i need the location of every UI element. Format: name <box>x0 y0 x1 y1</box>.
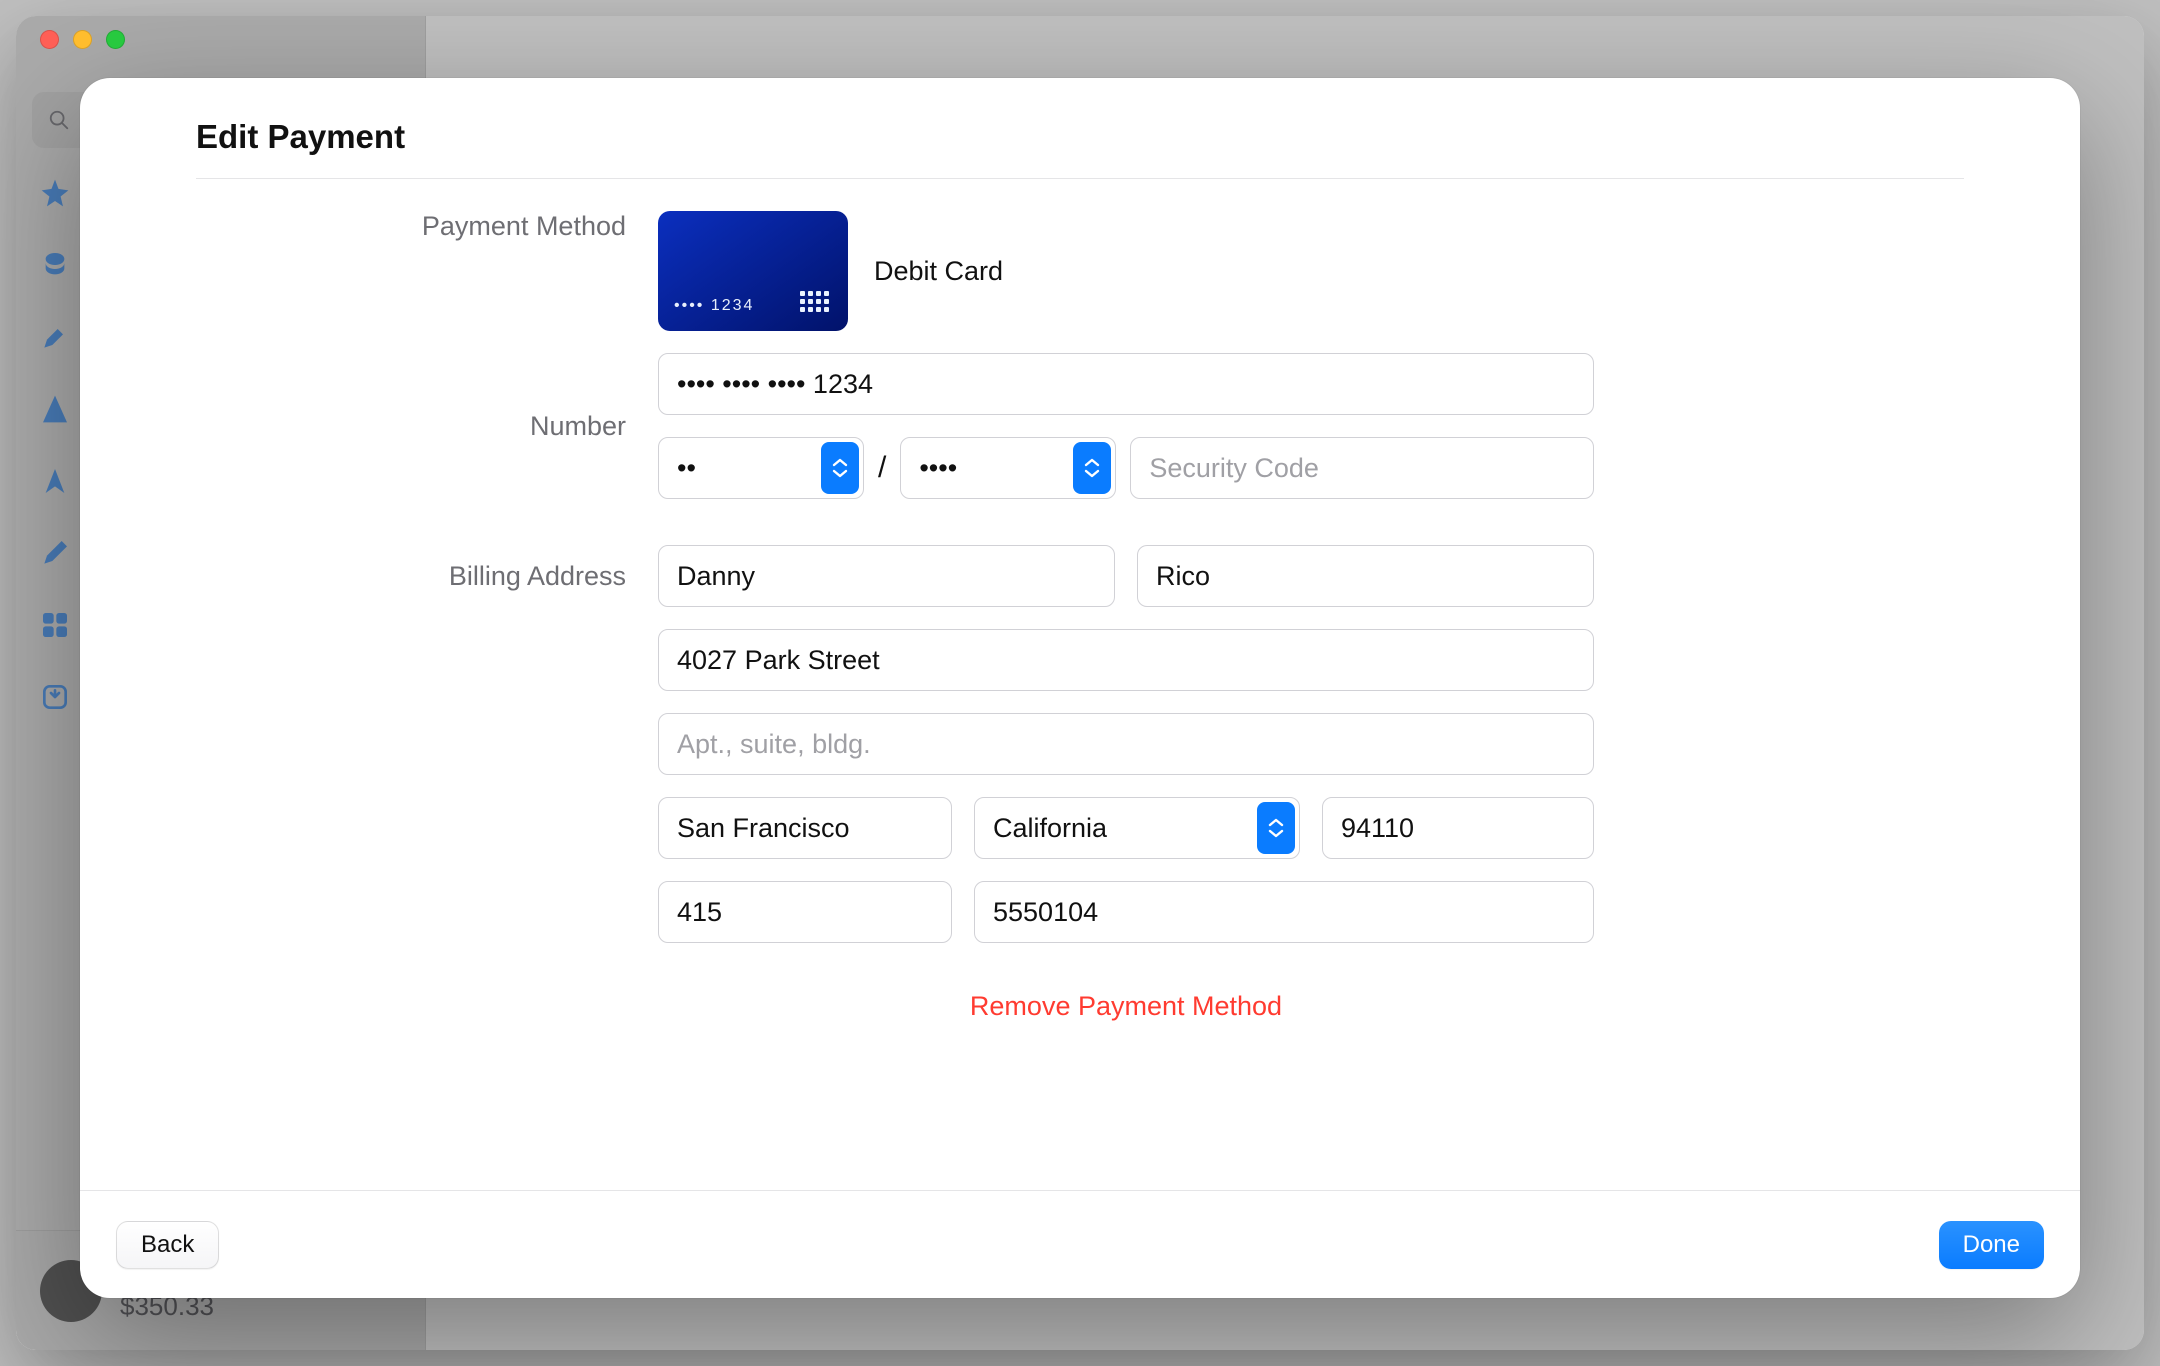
payment-method-type: Debit Card <box>874 256 1003 287</box>
back-button[interactable]: Back <box>116 1221 219 1269</box>
security-code-field[interactable]: Security Code <box>1130 437 1594 499</box>
remove-payment-method-link[interactable]: Remove Payment Method <box>970 991 1282 1021</box>
street2-field[interactable]: Apt., suite, bldg. <box>658 713 1594 775</box>
card-mask: •••• 1234 <box>674 297 754 315</box>
card-art: •••• 1234 <box>658 211 848 331</box>
state-select[interactable]: California <box>974 797 1300 859</box>
billing-address-label: Billing Address <box>196 545 626 592</box>
first-name-field[interactable]: Danny <box>658 545 1115 607</box>
chevron-up-down-icon <box>1257 802 1295 854</box>
edit-payment-sheet: Edit Payment Payment Method •••• 1234 De… <box>80 78 2080 1298</box>
minimize-window-button[interactable] <box>73 30 92 49</box>
chevron-up-down-icon <box>1073 442 1111 494</box>
phone-field[interactable]: 5550104 <box>974 881 1594 943</box>
payment-method-label: Payment Method <box>196 211 626 242</box>
zip-field[interactable]: 94110 <box>1322 797 1594 859</box>
close-window-button[interactable] <box>40 30 59 49</box>
exp-year-select[interactable]: •••• <box>900 437 1116 499</box>
card-chip-icon <box>800 291 834 317</box>
done-button[interactable]: Done <box>1939 1221 2044 1269</box>
area-code-field[interactable]: 415 <box>658 881 952 943</box>
chevron-up-down-icon <box>821 442 859 494</box>
card-number-field[interactable]: •••• •••• •••• 1234 <box>658 353 1594 415</box>
street1-field[interactable]: 4027 Park Street <box>658 629 1594 691</box>
zoom-window-button[interactable] <box>106 30 125 49</box>
exp-month-select[interactable]: •• <box>658 437 864 499</box>
sheet-title: Edit Payment <box>80 78 2080 178</box>
last-name-field[interactable]: Rico <box>1137 545 1594 607</box>
exp-separator: / <box>878 451 886 485</box>
number-label: Number <box>196 411 626 442</box>
city-field[interactable]: San Francisco <box>658 797 952 859</box>
window-controls <box>40 30 125 49</box>
